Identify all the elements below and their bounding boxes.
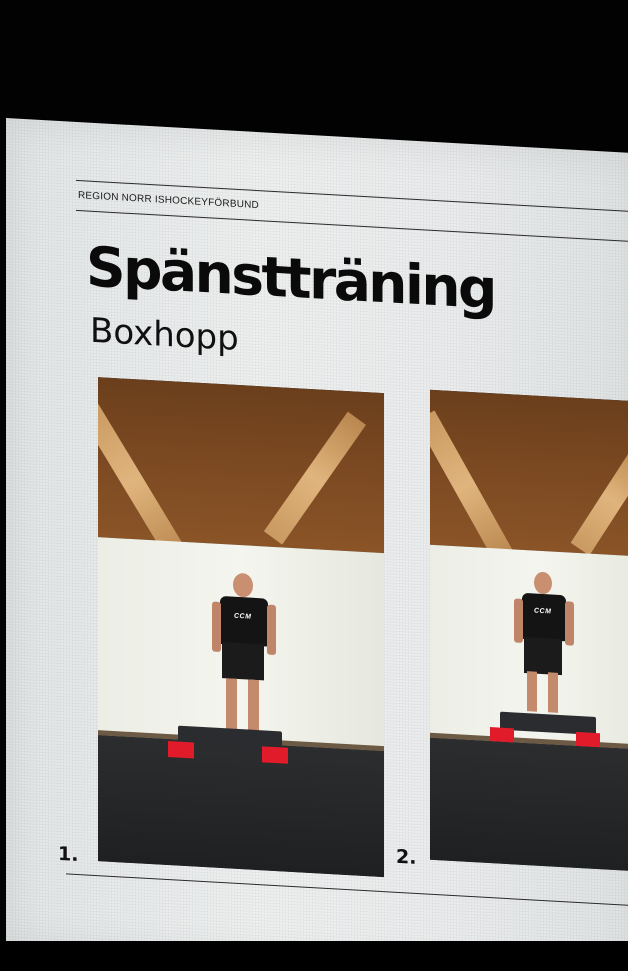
plyo-box-leg bbox=[576, 731, 600, 748]
document-page: REGION NORR ISHOCKEYFÖRBUND Spänsttränin… bbox=[6, 118, 628, 971]
athlete-arm-right bbox=[267, 604, 276, 656]
floor bbox=[430, 737, 628, 873]
plyo-box-leg bbox=[262, 746, 288, 764]
ceiling bbox=[98, 377, 384, 553]
step-number-1: 1. bbox=[58, 842, 79, 867]
athlete-shirt bbox=[220, 595, 268, 647]
organization-header: REGION NORR ISHOCKEYFÖRBUND bbox=[78, 190, 259, 212]
athlete-shirt bbox=[522, 592, 566, 642]
athlete-shorts bbox=[524, 636, 562, 676]
exercise-photo-step-1: CCM bbox=[98, 377, 384, 878]
athlete-arm-left bbox=[212, 601, 221, 653]
athlete-head bbox=[534, 571, 552, 595]
page-subtitle: Boxhopp bbox=[90, 310, 239, 360]
athlete-leg-left bbox=[527, 671, 537, 712]
page-title: Spänstträning bbox=[86, 234, 495, 322]
athlete-leg-right bbox=[548, 672, 558, 713]
screen-photo: REGION NORR ISHOCKEYFÖRBUND Spänsttränin… bbox=[0, 0, 628, 971]
shirt-logo: CCM bbox=[534, 607, 552, 616]
athlete-arm-right bbox=[565, 601, 574, 646]
shirt-logo: CCM bbox=[234, 612, 252, 621]
athlete-arm-left bbox=[514, 598, 523, 643]
athlete: CCM bbox=[512, 570, 582, 724]
plyo-box-leg bbox=[490, 727, 514, 743]
plyo-box-leg bbox=[168, 741, 194, 759]
athlete-shorts bbox=[222, 642, 264, 681]
athlete-head bbox=[233, 572, 253, 598]
monitor-bezel bbox=[0, 941, 628, 971]
athlete-leg-right bbox=[248, 679, 259, 735]
athlete: CCM bbox=[210, 571, 280, 745]
step-number-2: 2. bbox=[396, 845, 417, 869]
floor bbox=[98, 735, 384, 878]
exercise-photo-step-2: CCM bbox=[430, 389, 628, 873]
footer-rule bbox=[66, 873, 628, 907]
athlete-leg-left bbox=[226, 678, 237, 733]
